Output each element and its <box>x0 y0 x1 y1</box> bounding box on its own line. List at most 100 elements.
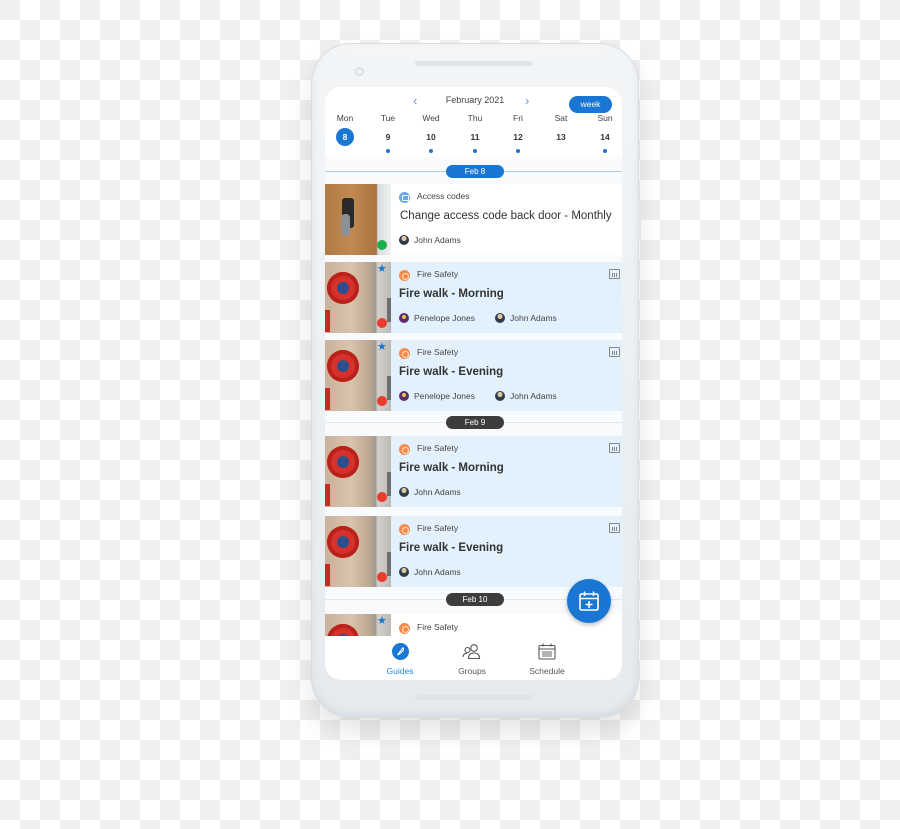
app-screen: ‹ February 2021 › week Mon 8 Tue 9 Wed 1… <box>325 87 622 680</box>
avatar <box>399 313 409 323</box>
day-fri[interactable]: Fri 12 <box>503 112 533 153</box>
day-name: Sun <box>597 113 613 123</box>
assignee: Penelope Jones <box>399 313 475 323</box>
fire-safety-icon <box>399 270 410 281</box>
status-dot <box>377 318 387 328</box>
tab-groups[interactable]: Groups <box>442 642 502 676</box>
tab-guides[interactable]: Guides <box>370 642 430 676</box>
star-icon[interactable]: ★ <box>377 616 387 627</box>
guide-card[interactable]: ★ Fire Safety Fire walk - Evening Penelo… <box>325 340 622 411</box>
assignee-name: John Adams <box>414 487 461 497</box>
side-button <box>638 200 641 242</box>
assignee: John Adams <box>495 313 557 323</box>
day-sun[interactable]: Sun 14 <box>590 112 620 153</box>
chevron-left-icon[interactable]: ‹ <box>413 94 417 108</box>
day-number: 11 <box>470 132 480 142</box>
access-codes-icon <box>399 192 410 203</box>
star-icon[interactable]: ★ <box>377 264 387 275</box>
week-view-button[interactable]: week <box>569 96 612 113</box>
month-label: February 2021 <box>445 95 505 105</box>
category-label: Fire Safety <box>417 347 459 357</box>
schedule-icon[interactable] <box>609 269 620 279</box>
extinguisher-graphic <box>325 484 330 506</box>
door-handle-graphic <box>341 214 350 236</box>
fire-safety-icon <box>399 623 410 634</box>
panel-graphic <box>387 472 391 496</box>
guide-title: Fire walk - Evening <box>399 542 504 554</box>
assignee: John Adams <box>399 235 461 245</box>
assignee: Penelope Jones <box>399 391 475 401</box>
status-dot <box>377 492 387 502</box>
day-tue[interactable]: Tue 9 <box>373 112 403 153</box>
assignee: John Adams <box>399 487 461 497</box>
day-wed[interactable]: Wed 10 <box>416 112 446 153</box>
status-dot <box>377 240 387 250</box>
chevron-right-icon[interactable]: › <box>525 94 529 108</box>
assignee: John Adams <box>495 391 557 401</box>
guide-card[interactable]: Fire Safety Fire walk - Morning John Ada… <box>325 436 622 507</box>
guide-card[interactable]: Access codes Change access code back doo… <box>325 184 622 255</box>
tab-label: Schedule <box>529 666 565 676</box>
day-name: Wed <box>422 113 440 123</box>
hose-reel-graphic <box>327 446 359 478</box>
extinguisher-graphic <box>325 564 330 586</box>
date-pill: Feb 8 <box>446 165 504 178</box>
day-number: 13 <box>556 132 566 142</box>
tab-label: Groups <box>458 666 486 676</box>
avatar <box>495 313 505 323</box>
avatar <box>399 487 409 497</box>
day-number: 12 <box>513 132 523 142</box>
fire-safety-icon <box>399 524 410 535</box>
guide-title: Fire walk - Evening <box>399 366 504 378</box>
category-label: Fire Safety <box>417 443 459 453</box>
assignee-name: Penelope Jones <box>414 313 475 323</box>
calendar-plus-icon <box>579 591 599 611</box>
day-mon[interactable]: Mon 8 <box>330 112 360 153</box>
tab-schedule[interactable]: Schedule <box>517 642 577 676</box>
event-dot <box>473 149 477 153</box>
calendar-icon <box>538 643 556 660</box>
assignee-name: Penelope Jones <box>414 391 475 401</box>
avatar <box>399 567 409 577</box>
event-dot <box>429 149 433 153</box>
assignee-name: John Adams <box>414 567 461 577</box>
schedule-icon[interactable] <box>609 523 620 533</box>
fire-safety-icon <box>399 348 410 359</box>
guide-thumbnail <box>325 184 391 255</box>
add-schedule-button[interactable] <box>567 579 611 623</box>
speaker-grille <box>415 61 533 66</box>
day-thu[interactable]: Thu 11 <box>460 112 490 153</box>
guide-title: Fire walk - Morning <box>399 288 504 300</box>
week-calendar: ‹ February 2021 › week Mon 8 Tue 9 Wed 1… <box>325 87 622 157</box>
status-dot <box>377 572 387 582</box>
guide-thumbnail: ★ <box>325 340 391 411</box>
guide-thumbnail: ★ <box>325 262 391 333</box>
day-sat[interactable]: Sat 13 <box>546 112 576 153</box>
guide-card[interactable]: ★ Fire Safety Fire walk - Morning Penelo… <box>325 262 622 333</box>
day-number: 9 <box>385 132 391 142</box>
day-name: Mon <box>336 113 354 123</box>
day-name: Tue <box>380 113 396 123</box>
assignee-name: John Adams <box>510 391 557 401</box>
extinguisher-graphic <box>325 388 330 410</box>
bottom-tab-bar: Guides Groups Schedule <box>325 636 622 680</box>
star-icon[interactable]: ★ <box>377 342 387 353</box>
date-pill: Feb 10 <box>446 593 504 606</box>
day-name: Thu <box>467 113 483 123</box>
event-dot <box>603 149 607 153</box>
assignee-name: John Adams <box>414 235 461 245</box>
panel-graphic <box>387 298 391 322</box>
schedule-icon[interactable] <box>609 443 620 453</box>
avatar <box>495 391 505 401</box>
camera-icon <box>355 67 364 76</box>
status-dot <box>377 396 387 406</box>
day-number: 10 <box>426 132 436 142</box>
hose-reel-graphic <box>327 350 359 382</box>
hose-reel-graphic <box>327 526 359 558</box>
day-name: Fri <box>513 113 523 123</box>
guide-thumbnail <box>325 516 391 587</box>
guide-card[interactable]: Fire Safety Fire walk - Evening John Ada… <box>325 516 622 587</box>
date-pill: Feb 9 <box>446 416 504 429</box>
schedule-icon[interactable] <box>609 347 620 357</box>
category-label: Access codes <box>417 191 470 201</box>
